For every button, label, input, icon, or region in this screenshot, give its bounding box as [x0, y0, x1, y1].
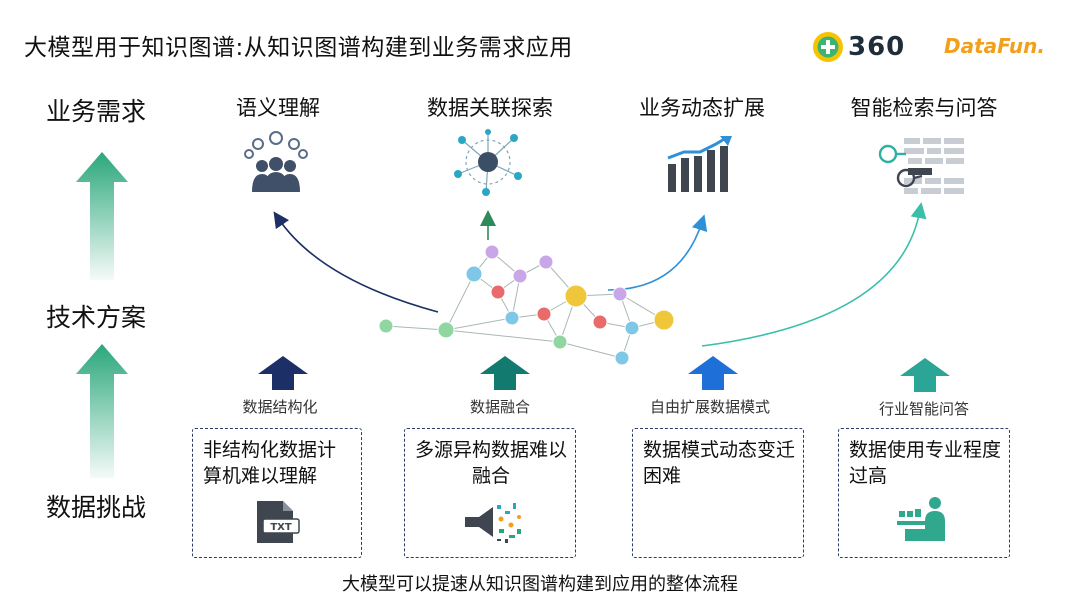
graph-node: Gene: [437, 321, 455, 339]
up-arrow-structuring: [258, 356, 308, 390]
capability-fusion: 数据融合: [469, 398, 530, 416]
megaphone-icon: [465, 503, 521, 543]
up-arrow-qa: [900, 358, 950, 392]
graph-node: Molecule: [612, 286, 628, 302]
graph-node: Drug: [564, 284, 588, 308]
graph-node: Side Effect: [538, 254, 554, 270]
graph-node: Cell: [653, 309, 675, 331]
graph-edge: [445, 273, 475, 331]
capability-qa: 行业智能问答: [878, 400, 969, 418]
arrow-to-semantic: [273, 211, 439, 313]
up-arrow-fusion: [480, 356, 530, 390]
graph-edge: [445, 329, 561, 343]
challenge-text: 数据模式动态变迁困难: [643, 439, 796, 487]
txt-file-icon: TXT: [257, 501, 300, 543]
graph-node: Compound: [484, 244, 500, 260]
challenge-expertise: 数据使用专业程度过高: [838, 428, 1010, 558]
graph-edge: [559, 341, 623, 359]
capability-structuring: 数据结构化: [242, 398, 318, 416]
graph-node: Tissue: [592, 314, 608, 330]
graph-node: Protein: [378, 318, 394, 334]
caption: 大模型可以提速从知识图谱构建到应用的整体流程: [342, 574, 738, 595]
graph-node: Pathway: [465, 265, 483, 283]
arrow-to-expansion: [607, 214, 708, 291]
challenge-unstructured: 非结构化数据计算机难以理解 TXT: [192, 428, 362, 558]
presenter-icon: [897, 497, 945, 541]
challenge-text: 多源异构数据难以融合: [415, 439, 568, 487]
graph-node: Symptom: [536, 306, 552, 322]
svg-text:TXT: TXT: [270, 522, 292, 533]
graph-node: Target: [614, 350, 630, 366]
challenge-text: 数据使用专业程度过高: [849, 439, 1002, 487]
challenge-text: 非结构化数据计算机难以理解: [203, 439, 337, 487]
graph-node: Disease: [490, 284, 506, 300]
graph-edge: [385, 325, 447, 331]
graph-node: Phenotype: [504, 310, 520, 326]
graph-edge: [445, 317, 513, 331]
challenge-heterogeneous: 多源异构数据难以融合: [404, 428, 576, 558]
capability-schema: 自由扩展数据模式: [649, 398, 770, 416]
challenge-schema-change: 数据模式动态变迁困难: [632, 428, 804, 558]
arrow-to-qa: [701, 202, 927, 347]
up-arrow-schema: [688, 356, 738, 390]
graph-node: Variant: [552, 334, 568, 350]
graph-node: Biological Process: [624, 320, 640, 336]
graph-node: Anatomy: [512, 268, 528, 284]
